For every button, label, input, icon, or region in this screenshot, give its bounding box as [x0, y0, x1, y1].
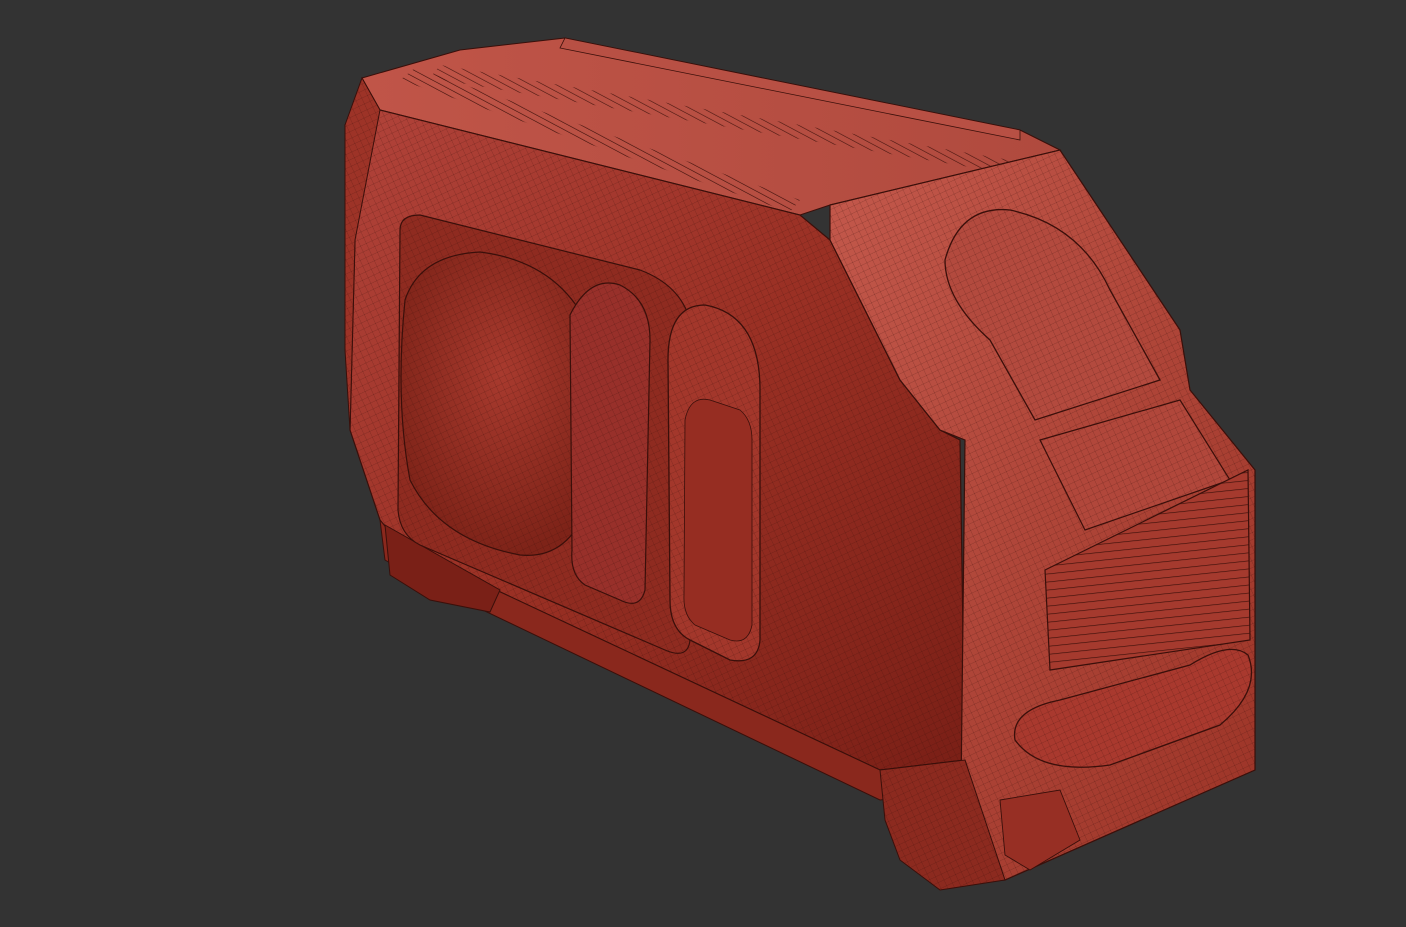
3d-viewport[interactable] — [0, 0, 1406, 927]
wireframe-model — [344, 37, 1256, 891]
cushion-right — [569, 282, 651, 604]
pill-slot — [667, 304, 761, 662]
